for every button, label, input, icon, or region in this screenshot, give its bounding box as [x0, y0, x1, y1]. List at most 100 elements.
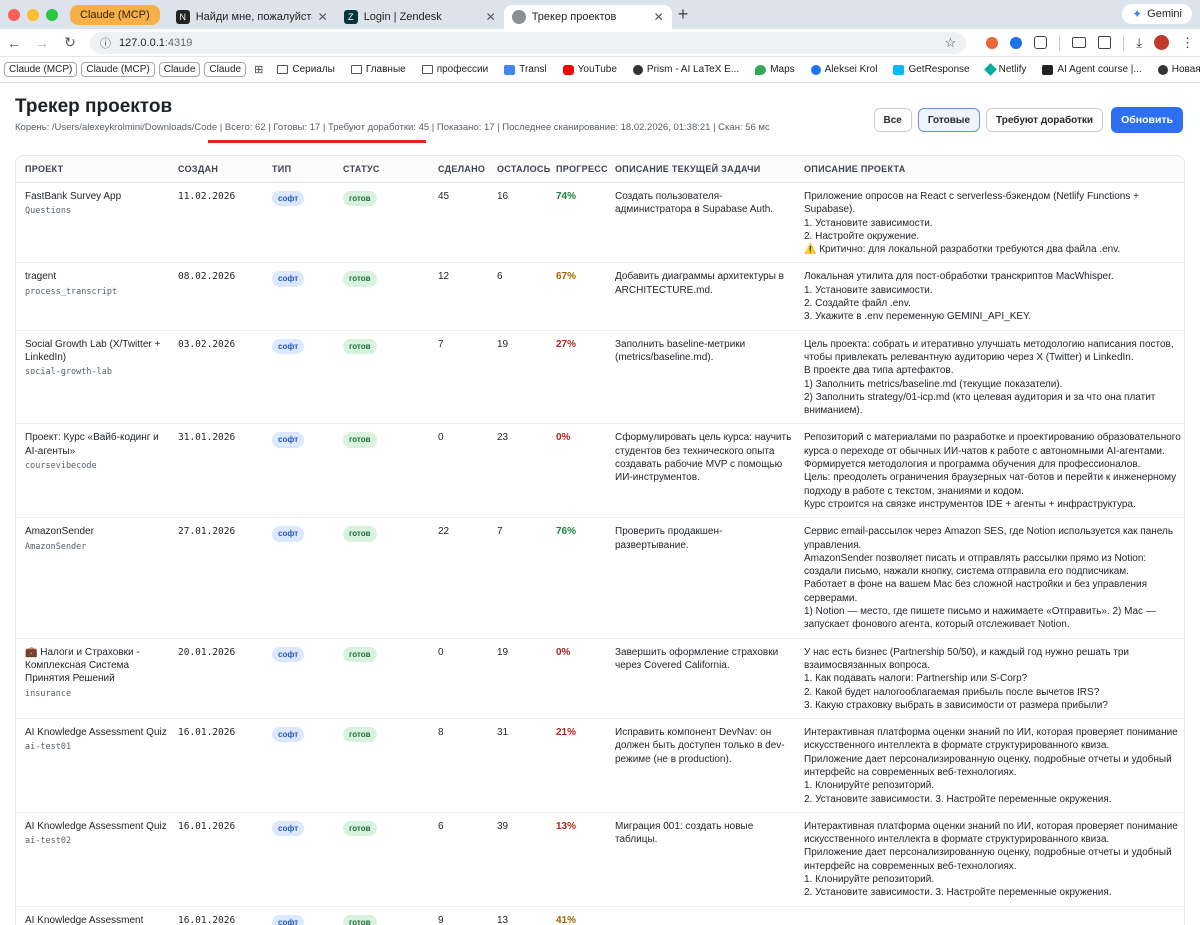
url-host: 127.0.0.1	[119, 36, 165, 49]
project-folder: process_transcript	[25, 286, 118, 297]
project-description: У нас есть бизнес (Partnership 50/50), и…	[795, 638, 1184, 720]
project-name[interactable]: AI Knowledge Assessment Quiz	[25, 820, 169, 833]
claude-extension-icon[interactable]	[986, 36, 999, 49]
table-row[interactable]: FastBank Survey App Questions 11.02.2026 со…	[16, 182, 1184, 264]
gemini-button[interactable]: ✦ Gemini	[1122, 4, 1192, 24]
type-cell: софт	[263, 182, 334, 264]
bookmark-link[interactable]: AI Agent course |...	[1036, 64, 1147, 75]
project-name[interactable]: 💼 Налоги и Страховки - Комплексная Систе…	[25, 646, 169, 686]
bookmark-link[interactable]: Netlify	[980, 63, 1033, 76]
tab-group-claude-mcp[interactable]: Claude (MCP)	[70, 4, 160, 25]
minimize-window-button[interactable]	[27, 8, 39, 21]
bookmark-folder[interactable]: Сериалы	[271, 64, 341, 75]
browser-tab[interactable]: N Найди мне, пожалуйста, са ✕	[168, 5, 336, 29]
close-icon[interactable]: ✕	[654, 10, 664, 24]
project-name[interactable]: tragent	[25, 270, 169, 283]
column-header: СОЗДАН	[169, 156, 263, 183]
current-task	[606, 906, 795, 925]
download-icon[interactable]: ⤓	[1136, 35, 1142, 51]
type-cell: софт	[263, 423, 334, 519]
type-cell: софт	[263, 906, 334, 925]
site-info-icon[interactable]: ⓘ	[100, 35, 111, 51]
created-date: 20.01.2026	[169, 638, 263, 720]
type-badge: софт	[272, 432, 305, 448]
maximize-window-button[interactable]	[46, 8, 58, 21]
bookmark-folder[interactable]: профессии	[416, 64, 495, 75]
status-badge: готов	[343, 191, 377, 207]
filter-ready-button[interactable]: Готовые	[917, 108, 981, 132]
extension-icon[interactable]	[1010, 36, 1023, 49]
menu-kebab-icon[interactable]: ⋮	[1181, 35, 1194, 51]
project-name[interactable]: AmazonSender	[25, 525, 169, 538]
close-window-button[interactable]	[8, 8, 20, 21]
table-row[interactable]: 💼 Налоги и Страховки - Комплексная Систе…	[16, 638, 1184, 720]
left-count: 7	[488, 517, 547, 639]
url-port: :4319	[164, 36, 193, 49]
bookmark-link[interactable]: Transl	[498, 64, 552, 75]
table-row[interactable]: AI Knowledge Assessment Quiz ai-test01 16.…	[16, 718, 1184, 813]
type-badge: софт	[272, 914, 305, 925]
browser-tab-bar: Claude (MCP) N Найди мне, пожалуйста, са…	[0, 0, 1200, 29]
table-row[interactable]: tragent process_transcript 08.02.2026 софт г…	[16, 262, 1184, 331]
column-header: ПРОГРЕСС	[547, 156, 608, 183]
reload-icon[interactable]: ↻	[62, 34, 78, 51]
table-row[interactable]: AI Knowledge Assessment Quiz ai-test02 16.…	[16, 812, 1184, 907]
cast-icon[interactable]	[1072, 37, 1087, 48]
toolbar-divider	[1059, 34, 1061, 51]
progress-value: 27%	[547, 330, 606, 425]
filter-bar: Все Готовые Требуют доработки Обновить	[873, 107, 1183, 133]
browser-tab-active[interactable]: Трекер проектов ✕	[503, 4, 672, 29]
avatar[interactable]	[1154, 35, 1169, 50]
table-row[interactable]: AmazonSender AmazonSender 27.01.2026 софт го…	[16, 517, 1184, 639]
bookmark-link[interactable]: Aleksei Krol	[805, 64, 884, 75]
bookmark-link[interactable]: GetResponse	[887, 64, 975, 75]
bookmark-link[interactable]: YouTube	[557, 64, 623, 75]
type-badge: софт	[272, 820, 305, 837]
done-count: 12	[429, 262, 488, 331]
apps-grid-icon[interactable]: ⊞	[250, 63, 267, 76]
filter-needs-work-button[interactable]: Требуют доработки	[986, 108, 1104, 132]
browser-tab[interactable]: Z Login | Zendesk ✕	[336, 5, 504, 29]
new-tab-button[interactable]: +	[678, 4, 689, 25]
close-icon[interactable]: ✕	[486, 10, 496, 24]
folder-icon	[350, 65, 362, 74]
column-header: СДЕЛАНО	[429, 156, 488, 183]
side-panel-icon[interactable]	[1098, 36, 1112, 49]
project-name[interactable]: AI Knowledge Assessment	[25, 914, 169, 925]
bookmark-chip[interactable]: Claude	[204, 62, 247, 77]
progress-value: 0%	[547, 638, 606, 720]
forward-arrow-icon[interactable]: →	[34, 35, 50, 51]
address-bar[interactable]: ⓘ 127.0.0.1:4319 ☆	[90, 31, 967, 54]
filter-all-button[interactable]: Все	[873, 108, 912, 132]
project-name[interactable]: Проект: Курс «Вайб-кодинг и AI-агенты»	[25, 431, 169, 458]
back-arrow-icon[interactable]: ←	[6, 35, 22, 51]
zendesk-icon: Z	[343, 9, 358, 24]
project-name[interactable]: Social Growth Lab (X/Twitter + LinkedIn)	[25, 338, 169, 365]
column-header: ОПИСАНИЕ ТЕКУЩЕЙ ЗАДАЧИ	[606, 156, 795, 183]
bookmark-chip[interactable]: Claude (MCP)	[81, 62, 155, 77]
bookmark-chip[interactable]: Claude	[158, 62, 201, 77]
table-row[interactable]: Проект: Курс «Вайб-кодинг и AI-агенты» co…	[16, 423, 1184, 519]
bookmark-link[interactable]: Новая вкладка	[1152, 64, 1200, 75]
table-row[interactable]: Social Growth Lab (X/Twitter + LinkedIn)…	[16, 330, 1184, 425]
bookmark-link[interactable]: Prism - AI LaTeX E...	[627, 64, 745, 75]
table-body: FastBank Survey App Questions 11.02.2026 со…	[16, 182, 1184, 925]
toolbar-divider	[1123, 34, 1125, 51]
bookmark-link[interactable]: Maps	[749, 64, 800, 75]
project-name[interactable]: AI Knowledge Assessment Quiz	[25, 726, 169, 739]
project-name[interactable]: FastBank Survey App	[25, 190, 169, 203]
type-cell: софт	[263, 812, 334, 907]
current-task: Завершить оформление страховки через Cov…	[606, 638, 795, 720]
close-icon[interactable]: ✕	[318, 10, 328, 24]
type-cell: софт	[263, 262, 334, 331]
type-badge: софт	[272, 646, 305, 662]
table-row[interactable]: AI Knowledge Assessment 16.01.2026 софт гот…	[16, 906, 1184, 925]
project-description: Локальная утилита для пост-обработки тра…	[795, 262, 1184, 331]
projects-table: ПРОЕКТ СОЗДАН ТИП СТАТУС СДЕЛАНО ОСТАЛОСЬ ПРОГ…	[15, 155, 1185, 925]
puzzle-icon[interactable]	[1034, 36, 1048, 49]
bookmark-chip[interactable]: Claude (MCP)	[4, 62, 78, 77]
current-task: Миграция 001: создать новые таблицы.	[606, 812, 795, 907]
refresh-button[interactable]: Обновить	[1111, 107, 1183, 133]
bookmark-folder[interactable]: Главные	[345, 64, 412, 75]
bookmark-star-icon[interactable]: ☆	[945, 35, 957, 51]
